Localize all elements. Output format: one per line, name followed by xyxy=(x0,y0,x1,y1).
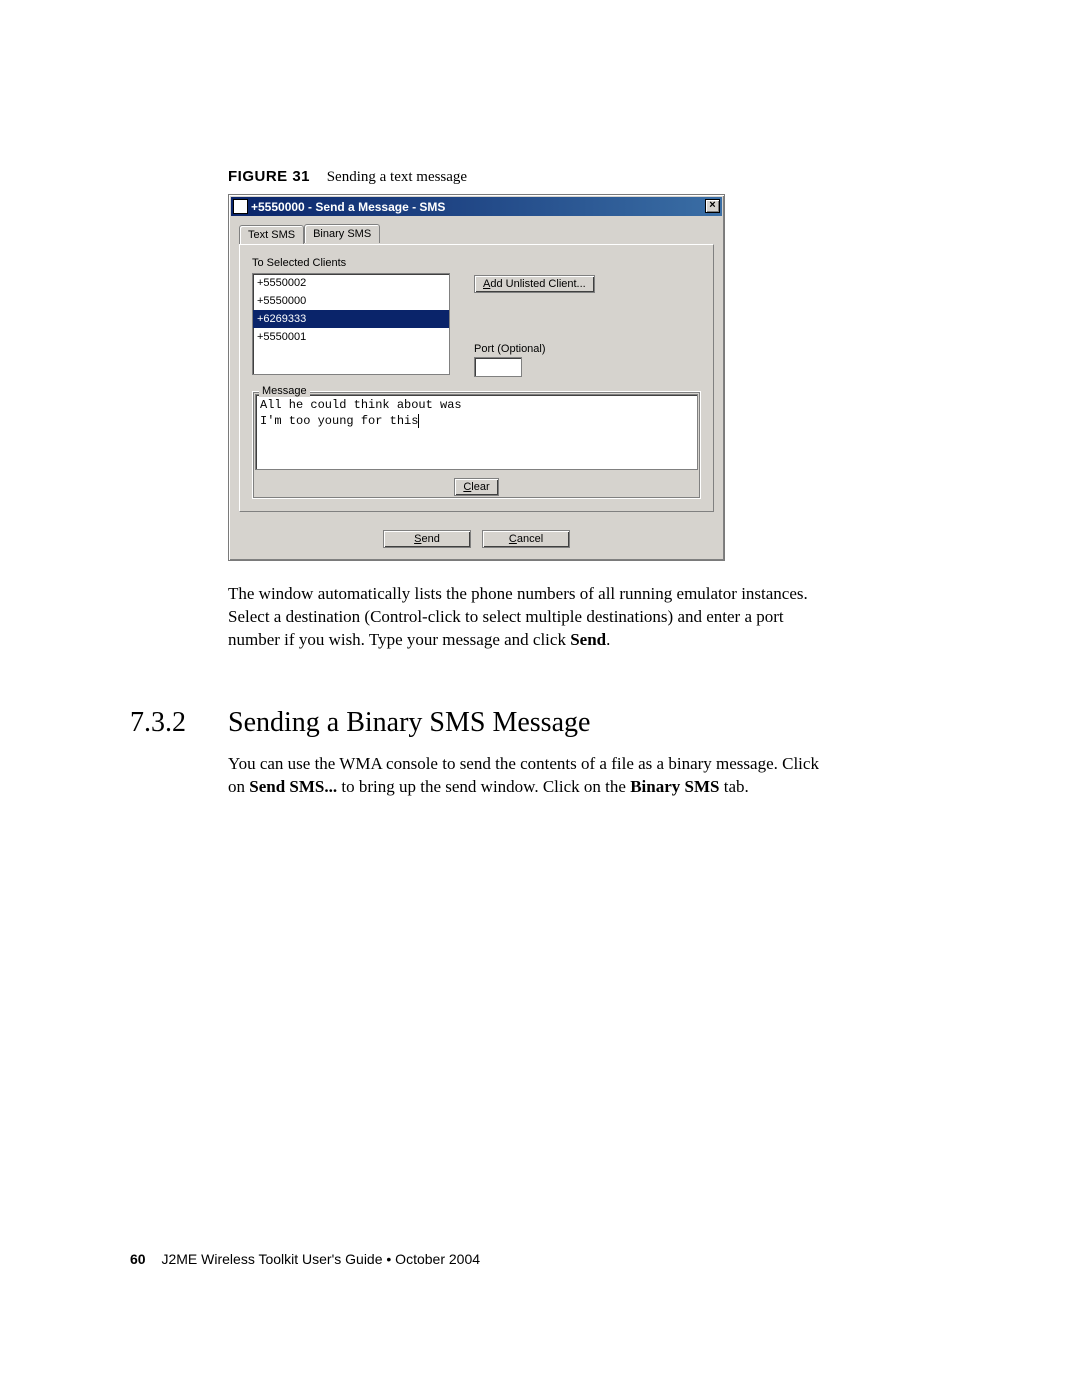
titlebar: +5550000 - Send a Message - SMS × xyxy=(231,197,722,216)
message-textarea[interactable]: All he could think about was I'm too you… xyxy=(255,394,698,470)
port-label: Port (Optional) xyxy=(474,343,595,355)
message-legend: Message xyxy=(259,385,310,397)
sms-window: +5550000 - Send a Message - SMS × Text S… xyxy=(228,194,725,561)
send-button[interactable]: Send xyxy=(383,530,471,548)
footer-text: J2ME Wireless Toolkit User's Guide • Oct… xyxy=(161,1251,480,1267)
list-item[interactable]: +5550002 xyxy=(253,274,449,292)
to-clients-label: To Selected Clients xyxy=(252,257,701,269)
section-heading: 7.3.2 Sending a Binary SMS Message xyxy=(130,707,925,739)
clients-listbox[interactable]: +5550002 +5550000 +6269333 +5550001 xyxy=(252,273,450,375)
page-number: 60 xyxy=(130,1251,146,1267)
list-item[interactable]: +5550001 xyxy=(253,328,449,346)
section-number: 7.3.2 xyxy=(130,707,228,739)
app-icon xyxy=(233,199,248,214)
clear-button[interactable]: Clear xyxy=(454,478,498,496)
tabs: Text SMS Binary SMS xyxy=(239,224,714,243)
add-unlisted-client-button[interactable]: Add Unlisted Client... xyxy=(474,275,595,293)
tab-binary-sms[interactable]: Binary SMS xyxy=(304,224,380,243)
close-icon[interactable]: × xyxy=(705,199,720,213)
list-item[interactable]: +5550000 xyxy=(253,292,449,310)
port-input[interactable] xyxy=(474,357,522,377)
paragraph-2: You can use the WMA console to send the … xyxy=(228,753,838,799)
section-title: Sending a Binary SMS Message xyxy=(228,707,590,739)
figure-label: FIGURE 31 xyxy=(228,168,310,185)
figure-title: Sending a text message xyxy=(327,169,467,185)
figure-caption: FIGURE 31 Sending a text message xyxy=(228,168,925,186)
paragraph-1: The window automatically lists the phone… xyxy=(228,583,838,652)
footer: 60 J2ME Wireless Toolkit User's Guide • … xyxy=(130,1251,480,1267)
cancel-button[interactable]: Cancel xyxy=(482,530,570,548)
list-item[interactable]: +6269333 xyxy=(253,310,449,328)
window-title: +5550000 - Send a Message - SMS xyxy=(251,200,445,214)
tab-text-sms[interactable]: Text SMS xyxy=(239,225,304,244)
